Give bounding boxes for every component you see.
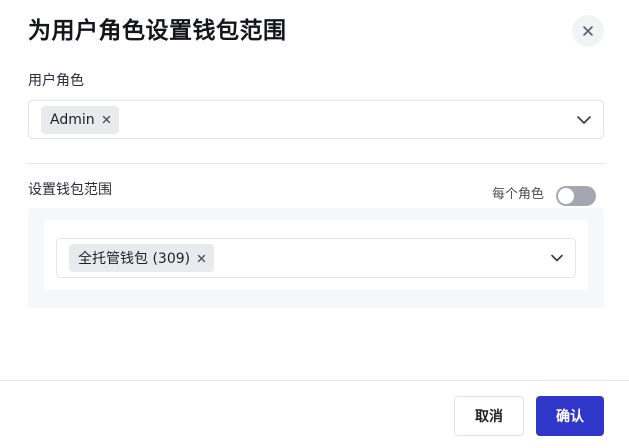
close-button[interactable] [572, 15, 604, 47]
wallet-tag-label: 全托管钱包 (309) [78, 251, 191, 267]
per-role-label: 每个角色 [492, 187, 545, 202]
chevron-down-icon[interactable] [577, 115, 591, 124]
user-role-label: 用户角色 [28, 73, 84, 89]
wallet-scope-dialog: 为用户角色设置钱包范围 用户角色 Admin 设置钱包范围 每个角色 全托管钱包… [0, 0, 629, 448]
toggle-knob [558, 188, 574, 204]
footer-divider [0, 380, 629, 381]
chevron-down-icon[interactable] [551, 254, 563, 262]
close-icon[interactable] [102, 115, 111, 124]
role-tag: Admin [41, 105, 119, 134]
dialog-title: 为用户角色设置钱包范围 [28, 18, 287, 44]
role-tag-label: Admin [50, 111, 95, 128]
wallet-tag: 全托管钱包 (309) [69, 244, 215, 272]
user-role-select[interactable]: Admin [28, 100, 604, 139]
per-role-toggle[interactable] [556, 186, 596, 206]
wallet-scope-label: 设置钱包范围 [28, 182, 112, 198]
cancel-button[interactable]: 取消 [454, 396, 524, 436]
close-icon[interactable] [197, 254, 206, 263]
wallet-scope-select[interactable]: 全托管钱包 (309) [56, 238, 576, 278]
close-icon [582, 25, 594, 37]
confirm-button[interactable]: 确认 [536, 396, 604, 436]
section-divider [28, 163, 604, 164]
